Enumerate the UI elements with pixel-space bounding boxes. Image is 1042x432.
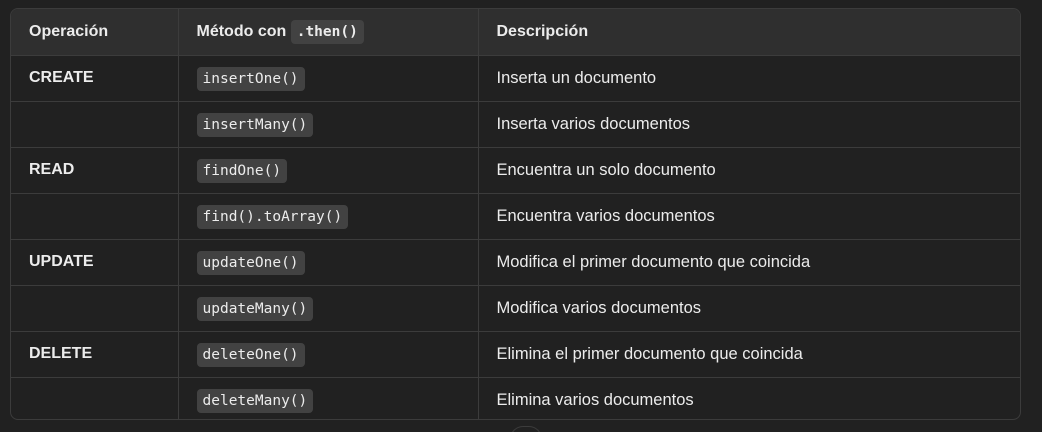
method-code: insertOne() <box>196 66 305 91</box>
cell-method: find().toArray() <box>178 193 479 240</box>
header-method-code: .then() <box>290 19 364 44</box>
header-operation: Operación <box>11 9 179 56</box>
cell-description: Modifica varios documentos <box>478 285 1020 332</box>
scroll-down-button[interactable] <box>510 426 542 432</box>
method-code: updateMany() <box>196 296 314 321</box>
cell-description: Encuentra varios documentos <box>478 193 1020 240</box>
table-row: updateMany() Modifica varios documentos <box>11 285 1020 332</box>
cell-method: updateMany() <box>178 285 479 332</box>
table-row: deleteMany() Elimina varios documentos <box>11 377 1020 419</box>
method-code: find().toArray() <box>196 204 349 229</box>
cell-operation: DELETE <box>11 331 179 378</box>
header-method-label: Método con <box>196 22 287 40</box>
header-description: Descripción <box>478 9 1020 56</box>
cell-method: deleteOne() <box>178 331 479 378</box>
table-header-row: Operación Método con .then() Descripción <box>11 9 1020 56</box>
method-code: insertMany() <box>196 112 314 137</box>
cell-operation: UPDATE <box>11 239 179 286</box>
table-row: DELETE deleteOne() Elimina el primer doc… <box>11 331 1020 378</box>
cell-description: Inserta varios documentos <box>478 101 1020 148</box>
method-code: findOne() <box>196 158 288 183</box>
table-row: UPDATE updateOne() Modifica el primer do… <box>11 239 1020 286</box>
cell-method: updateOne() <box>178 239 479 286</box>
cell-description: Elimina varios documentos <box>496 390 694 409</box>
operations-table: Operación Método con .then() Descripción… <box>11 9 1020 419</box>
cell-description: Inserta un documento <box>478 55 1020 102</box>
table-header: Operación Método con .then() Descripción <box>11 9 1020 56</box>
table-row: insertMany() Inserta varios documentos <box>11 101 1020 148</box>
cell-operation <box>11 377 179 419</box>
cell-operation: CREATE <box>11 55 179 102</box>
cell-operation: READ <box>11 147 179 194</box>
table-row: READ findOne() Encuentra un solo documen… <box>11 147 1020 194</box>
table-body: CREATE insertOne() Inserta un documento … <box>11 55 1020 419</box>
cell-method: insertMany() <box>178 101 479 148</box>
cell-method: insertOne() <box>178 55 479 102</box>
method-code: deleteOne() <box>196 342 305 367</box>
operations-table-container: Operación Método con .then() Descripción… <box>10 8 1021 420</box>
table-row: CREATE insertOne() Inserta un documento <box>11 55 1020 102</box>
cell-description: Encuentra un solo documento <box>478 147 1020 194</box>
cell-description: Modifica el primer documento que coincid… <box>478 239 1020 286</box>
header-method: Método con .then() <box>178 9 479 56</box>
table-row: find().toArray() Encuentra varios docume… <box>11 193 1020 240</box>
cell-description: Elimina el primer documento que coincida <box>478 331 1020 378</box>
method-code: updateOne() <box>196 250 305 275</box>
cell-method: deleteMany() <box>178 377 479 419</box>
cell-operation <box>11 101 179 148</box>
cell-operation <box>11 193 179 240</box>
method-code: deleteMany() <box>196 388 314 413</box>
cell-operation <box>11 285 179 332</box>
cell-method: findOne() <box>178 147 479 194</box>
